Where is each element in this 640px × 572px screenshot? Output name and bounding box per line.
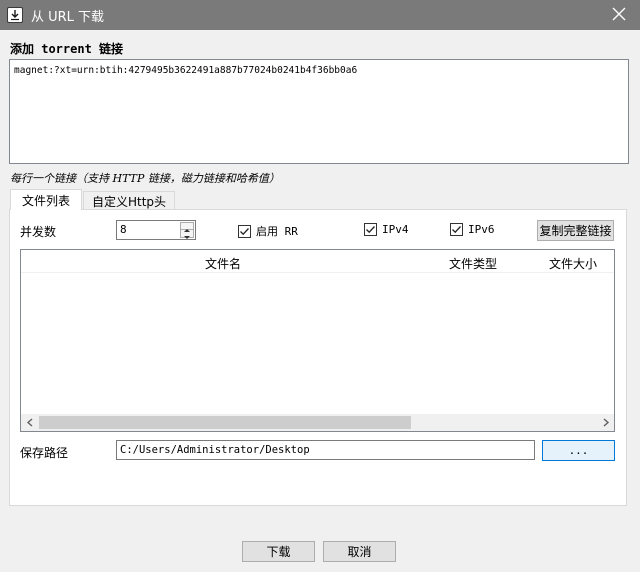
checkmark-icon — [238, 224, 251, 238]
download-app-icon — [7, 7, 23, 23]
checkmark-icon — [364, 223, 377, 236]
scrollbar-thumb[interactable] — [39, 416, 411, 429]
column-header-filename[interactable]: 文件名 — [205, 255, 241, 272]
window-title: 从 URL 下载 — [31, 9, 105, 25]
ipv4-checkbox-label: IPv4 — [382, 223, 409, 236]
checkmark-icon — [450, 223, 463, 236]
concurrency-spinbox[interactable]: 8 — [116, 220, 196, 240]
column-header-filesize[interactable]: 文件大小 — [549, 255, 597, 272]
scroll-right-icon[interactable] — [597, 414, 614, 431]
download-button[interactable]: 下载 — [242, 541, 315, 562]
file-list-header: 文件名 文件类型 文件大小 — [21, 250, 614, 273]
horizontal-scrollbar[interactable] — [21, 414, 614, 431]
spin-down-icon[interactable] — [181, 230, 193, 239]
tab-file-list[interactable]: 文件列表 — [10, 189, 82, 210]
ipv4-checkbox[interactable]: IPv4 — [364, 223, 409, 236]
concurrency-value: 8 — [120, 223, 127, 236]
concurrency-label: 并发数 — [20, 225, 57, 239]
spin-up-icon[interactable] — [181, 223, 193, 232]
file-list-view[interactable]: 文件名 文件类型 文件大小 — [20, 249, 615, 432]
torrent-section-label: 添加 torrent 链接 — [10, 42, 124, 56]
torrent-link-textarea[interactable]: magnet:?xt=urn:btih:4279495b3622491a887b… — [9, 59, 629, 164]
ipv6-checkbox[interactable]: IPv6 — [450, 223, 495, 236]
column-header-filetype[interactable]: 文件类型 — [449, 255, 497, 272]
title-bar: 从 URL 下载 — [0, 0, 640, 30]
link-format-hint: 每行一个链接（支持 HTTP 链接，磁力链接和哈希值） — [10, 172, 280, 185]
rr-checkbox-label: 启用 RR — [256, 225, 298, 238]
tab-custom-http-headers[interactable]: 自定义Http头 — [83, 191, 175, 211]
ipv6-checkbox-label: IPv6 — [468, 223, 495, 236]
browse-button[interactable]: ... — [542, 440, 615, 461]
spin-buttons — [180, 222, 194, 239]
save-path-input[interactable]: C:/Users/Administrator/Desktop — [116, 440, 535, 460]
cancel-button[interactable]: 取消 — [323, 541, 396, 562]
rr-checkbox[interactable]: 启用 RR — [238, 223, 298, 239]
save-path-label: 保存路径 — [20, 446, 69, 460]
close-icon[interactable] — [610, 5, 628, 23]
scroll-left-icon[interactable] — [21, 414, 38, 431]
copy-full-link-button[interactable]: 复制完整链接 — [537, 220, 614, 241]
